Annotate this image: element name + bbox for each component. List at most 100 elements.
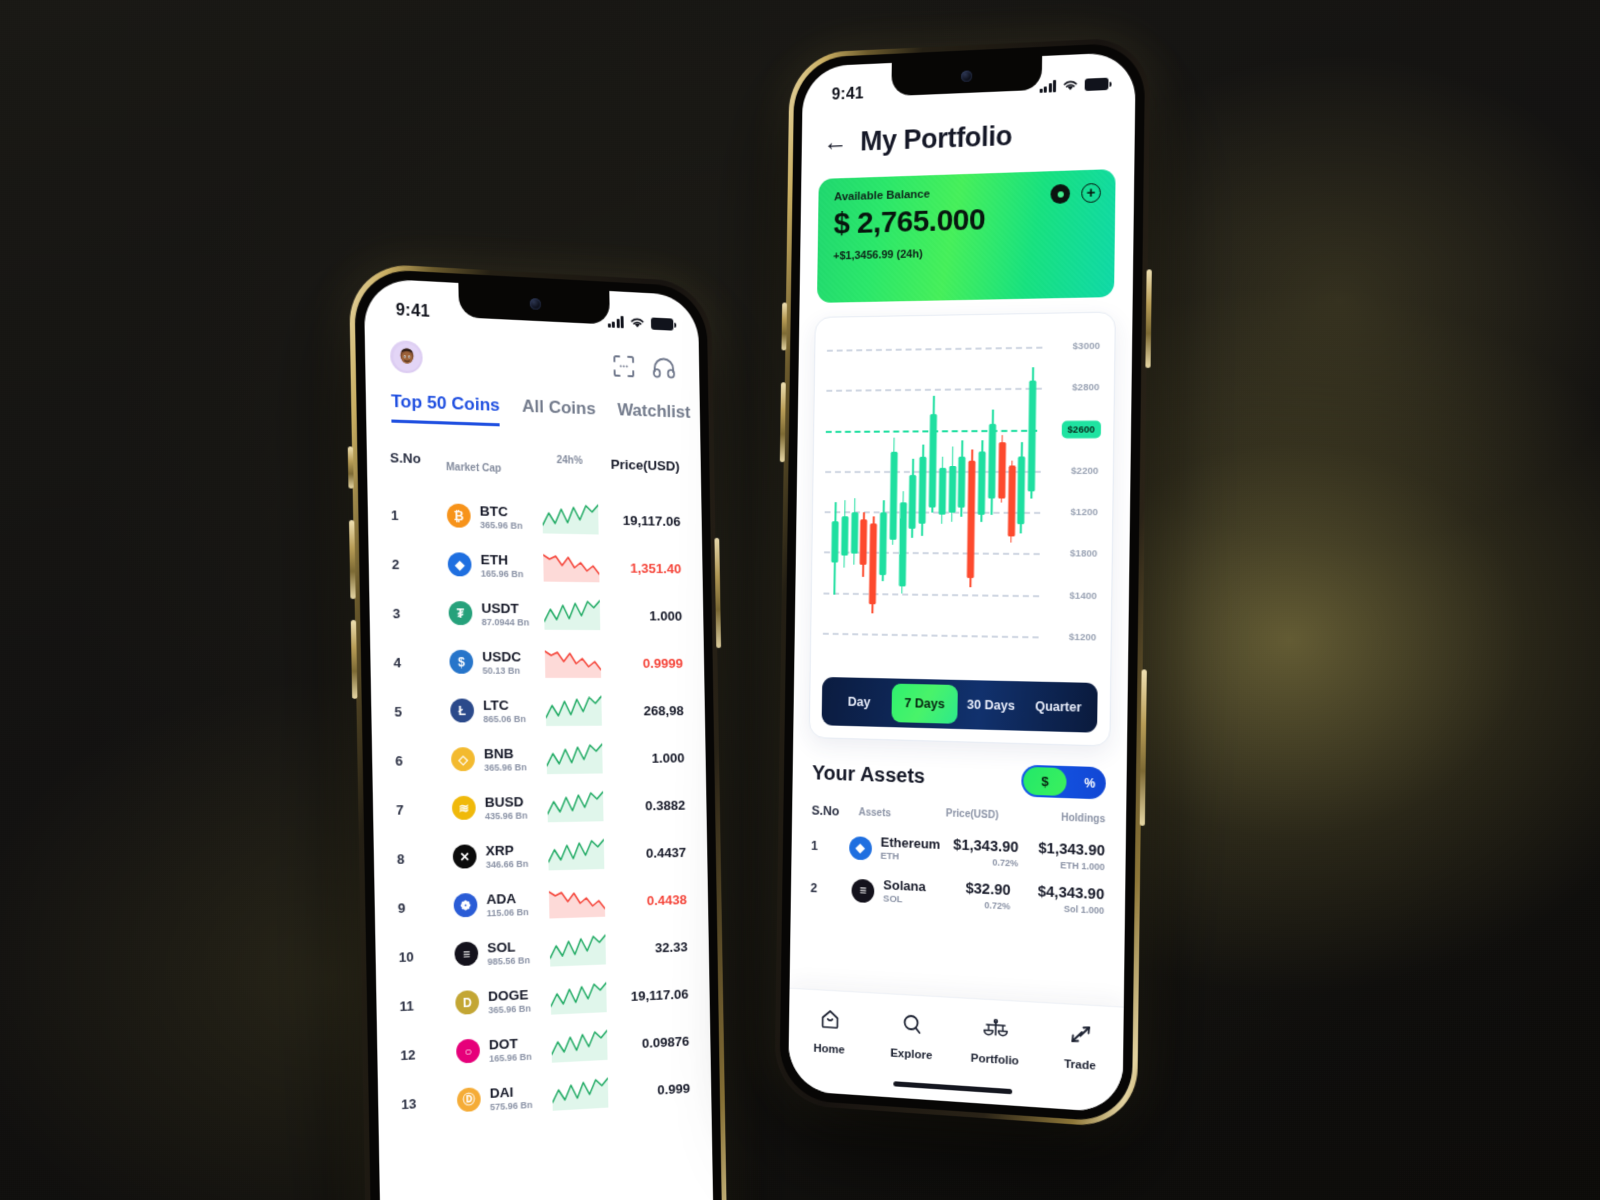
- asset-symbol: SOL: [883, 893, 903, 906]
- back-arrow-icon[interactable]: ←: [823, 128, 848, 157]
- scan-icon[interactable]: [612, 354, 635, 378]
- coin-identity: $ USDC 50.13 Bn: [449, 649, 545, 676]
- coin-price: 0.999: [657, 1080, 691, 1098]
- candlestick-series: [829, 328, 1039, 655]
- coin-rank: 6: [395, 752, 403, 769]
- coin-sparkline: [551, 1029, 607, 1063]
- coin-logo-icon: $: [449, 650, 474, 675]
- period-option-day[interactable]: Day: [827, 682, 892, 722]
- coin-identity: ❁ ADA 115.06 Bn: [453, 890, 550, 919]
- tabbar-item-home[interactable]: Home: [789, 1005, 871, 1059]
- coin-row[interactable]: 6 ◇ BNB 365.96 Bn 1.000: [372, 725, 706, 776]
- balance-change: +$1,3456.99 (24h): [833, 248, 923, 263]
- asset-identity: ◆ Ethereum ETH: [848, 834, 940, 864]
- tab-all-coins[interactable]: All Coins: [522, 396, 596, 426]
- coin-price: 268,98: [643, 702, 684, 718]
- header-assets: Assets: [858, 806, 892, 819]
- coin-row[interactable]: 4 $ USDC 50.13 Bn 0.9999: [370, 629, 704, 678]
- header-sno: S.No: [811, 803, 840, 819]
- coin-identity: Ⓓ DAI 575.96 Bn: [456, 1082, 553, 1114]
- coin-sparkline: [550, 934, 606, 967]
- coin-row[interactable]: 5 Ł LTC 865.06 Bn 268,98: [371, 678, 705, 727]
- coin-symbol: BNB: [483, 746, 514, 762]
- header-sno: S.No: [389, 449, 421, 467]
- coin-identity: ₿ BTC 365.96 Bn: [446, 503, 543, 531]
- eye-icon[interactable]: [1050, 183, 1071, 204]
- coin-symbol: USDT: [481, 600, 519, 617]
- coin-rank: 3: [392, 605, 401, 621]
- asset-holding-value: $4,343.90: [1037, 883, 1105, 904]
- coin-row[interactable]: 3 ₮ USDT 87.0944 Bn 1.000: [369, 579, 704, 631]
- tab-watchlist[interactable]: Watchlist: [617, 400, 690, 430]
- coin-symbol: BTC: [479, 503, 509, 520]
- coin-market-cap: 365.96 Bn: [488, 1003, 531, 1016]
- coins-table-header: S.No Market Cap 24h% Price(USD): [366, 422, 701, 490]
- coin-row[interactable]: 7 ≋ BUSD 435.96 Bn 0.3882: [372, 772, 706, 825]
- user-avatar[interactable]: [390, 339, 423, 374]
- currency-unit-toggle[interactable]: $ %: [1021, 764, 1106, 800]
- headphones-icon[interactable]: [652, 357, 677, 379]
- coin-row[interactable]: 1 ₿ BTC 365.96 Bn 19,117.06: [367, 481, 702, 537]
- phone-notch: [458, 282, 610, 325]
- phone-volume-down-button[interactable]: [779, 382, 786, 463]
- battery-icon: [650, 317, 674, 331]
- coin-identity: D DOGE 365.96 Bn: [455, 986, 551, 1016]
- asset-price-cell: $32.90 0.72%: [925, 879, 1011, 912]
- available-balance-card: + Available Balance $ 2,765.000 +$1,3456…: [816, 169, 1116, 303]
- phone-volume-down-button[interactable]: [350, 619, 358, 699]
- phone-notch: [891, 56, 1043, 97]
- home-icon: [818, 1006, 842, 1037]
- coin-market-cap: 365.96 Bn: [479, 519, 523, 531]
- coin-symbol: USDC: [482, 649, 522, 665]
- coin-sparkline: [549, 886, 605, 919]
- asset-price-cell: $1,343.90 0.72%: [940, 837, 1019, 868]
- coin-sparkline: [546, 743, 602, 775]
- portfolio-screen: 9:41 ← My Portfolio + Available Balance …: [788, 51, 1136, 1114]
- coin-market-cap: 435.96 Bn: [484, 810, 528, 822]
- period-option-30-days[interactable]: 30 Days: [957, 685, 1024, 726]
- coin-row[interactable]: 2 ◆ ETH 165.96 Bn 1,351.40: [368, 530, 703, 584]
- coin-logo-icon: ₿: [446, 503, 471, 529]
- tabbar-item-portfolio[interactable]: Portfolio: [953, 1014, 1038, 1069]
- phone-mockup-portfolio: 9:41 ← My Portfolio + Available Balance …: [774, 36, 1152, 1129]
- coin-identity: ◇ BNB 365.96 Bn: [451, 746, 547, 773]
- plus-circle-icon[interactable]: +: [1081, 182, 1101, 204]
- coin-sparkline: [551, 982, 607, 1015]
- coin-rank: 9: [397, 899, 406, 916]
- header-24h-change: 24h%: [556, 454, 583, 467]
- asset-logo-icon: ≡: [851, 878, 875, 903]
- toggle-dollar-option[interactable]: $: [1023, 766, 1067, 797]
- phone-volume-up-button[interactable]: [349, 520, 356, 599]
- chart-y-tick-label: $1800: [1069, 548, 1098, 560]
- chart-period-selector: Day 7 Days 30 Days Quarter: [821, 676, 1098, 733]
- coin-market-cap: 165.96 Bn: [489, 1051, 532, 1064]
- tabbar-item-explore[interactable]: Explore: [870, 1010, 953, 1064]
- coin-row[interactable]: 8 ✕ XRP 346.66 Bn 0.4437: [373, 819, 707, 875]
- bottom-tab-bar: Home Explore Portfolio Trade: [788, 987, 1124, 1114]
- phone-volume-up-button[interactable]: [781, 302, 787, 351]
- coin-logo-icon: ○: [456, 1039, 481, 1065]
- coin-market-cap: 575.96 Bn: [489, 1099, 533, 1113]
- signal-bars-icon: [607, 315, 624, 329]
- coin-price: 0.4438: [646, 891, 687, 908]
- tabbar-item-trade[interactable]: Trade: [1037, 1019, 1124, 1074]
- front-camera-icon: [960, 70, 972, 83]
- coin-logo-icon: ◆: [447, 552, 472, 577]
- chart-y-tick-label: $1200: [1068, 631, 1097, 644]
- period-option-7-days[interactable]: 7 Days: [891, 683, 958, 724]
- period-option-quarter[interactable]: Quarter: [1024, 687, 1092, 728]
- portfolio-chart-card: $3000 $2800 $2600 $2200 $1200 $1800 $1400 $1200…: [808, 311, 1116, 747]
- coin-market-cap: 865.06 Bn: [483, 713, 527, 725]
- battery-icon: [1084, 77, 1109, 92]
- coin-identity: Ł LTC 865.06 Bn: [450, 698, 546, 725]
- coin-logo-icon: ₮: [448, 601, 473, 626]
- coin-logo-icon: ✕: [452, 844, 477, 870]
- tab-top-50-coins[interactable]: Top 50 Coins: [390, 391, 501, 427]
- toggle-percent-option[interactable]: %: [1084, 775, 1095, 790]
- asset-holding-amount: Sol 1.000: [1063, 903, 1105, 916]
- coin-sparkline: [544, 599, 600, 631]
- candlestick-chart[interactable]: $3000 $2800 $2600 $2200 $1200 $1800 $1400 $1200: [822, 327, 1103, 656]
- coin-rank: 13: [401, 1095, 417, 1112]
- coin-logo-icon: ≡: [454, 941, 479, 967]
- phone-side-button[interactable]: [347, 446, 354, 489]
